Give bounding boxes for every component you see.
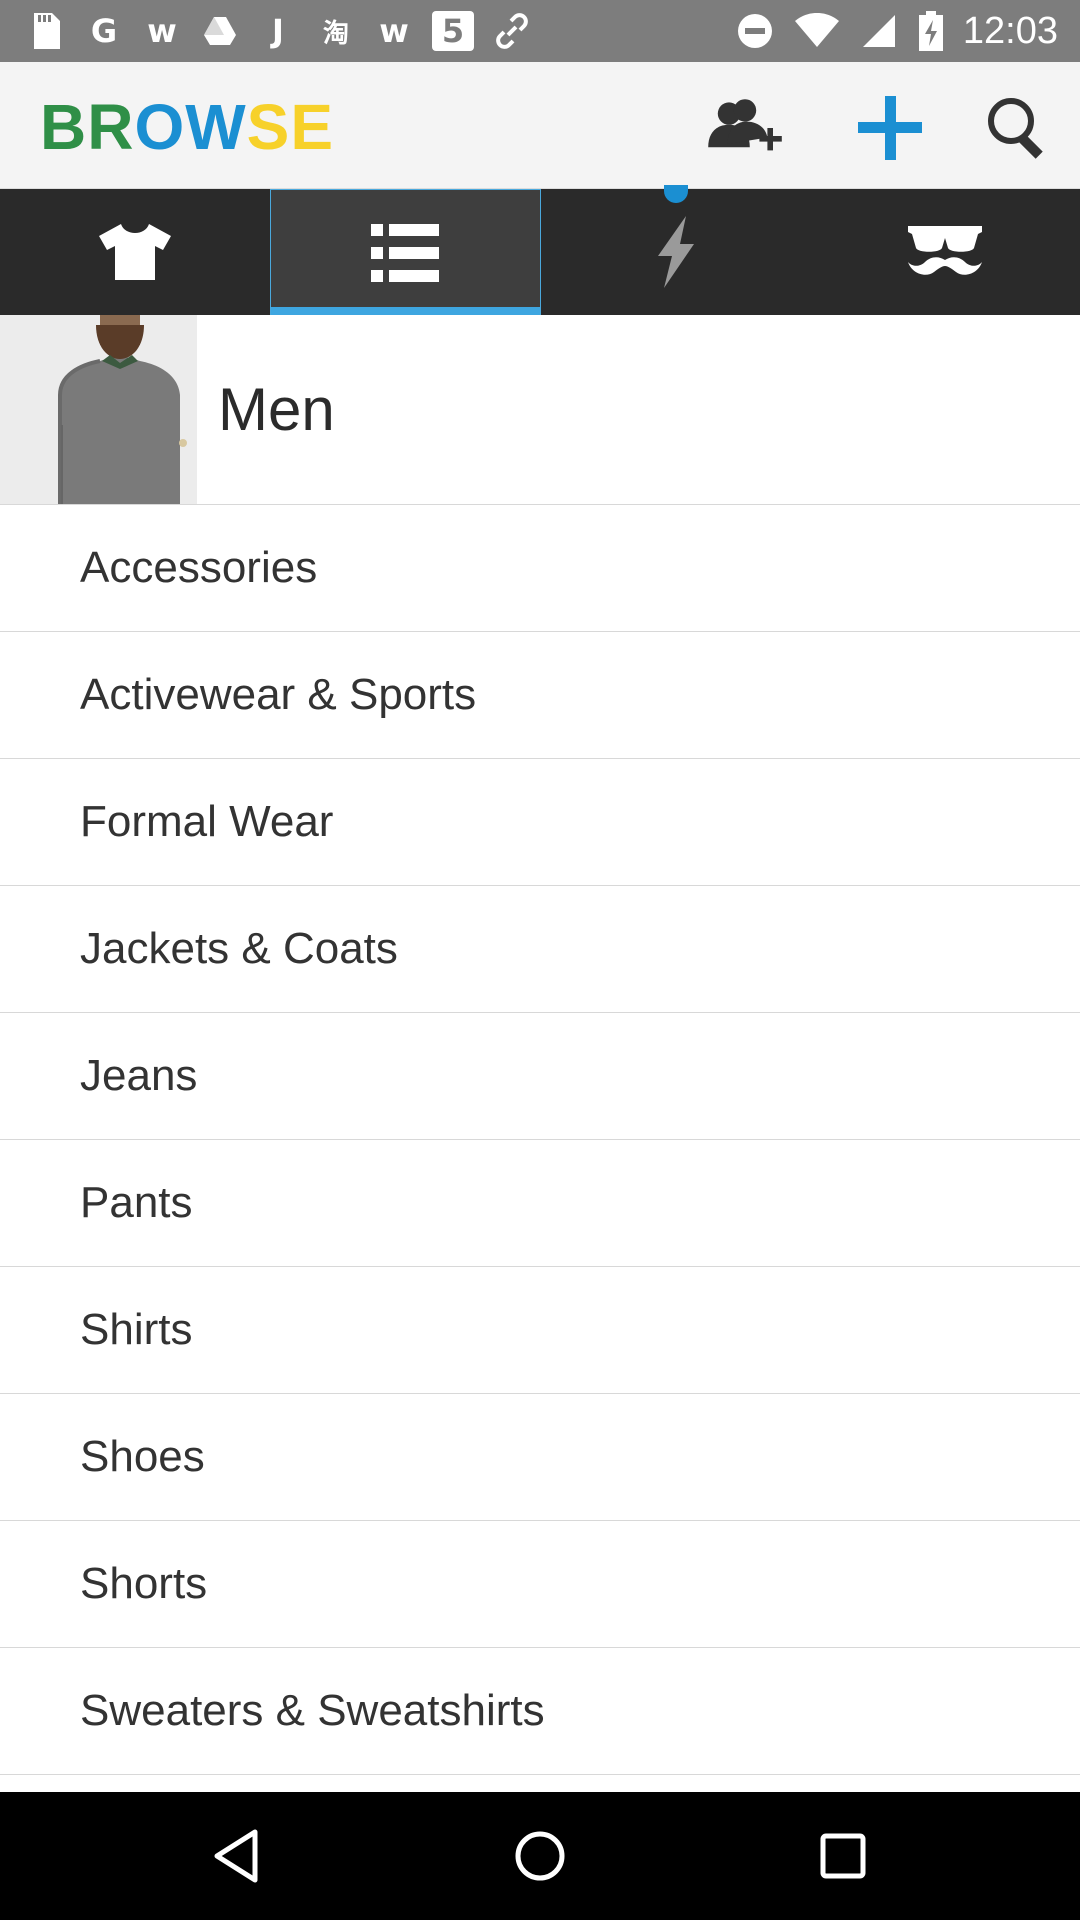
search-button[interactable]: [978, 88, 1058, 168]
tab-profile[interactable]: [811, 189, 1080, 315]
list-item-jackets-coats[interactable]: Jackets & Coats: [0, 886, 1080, 1013]
list-item-pants[interactable]: Pants: [0, 1140, 1080, 1267]
w-icon: w: [379, 12, 409, 50]
drive-icon: [200, 11, 240, 51]
back-icon: [214, 1829, 258, 1883]
html5-icon: 5: [432, 11, 474, 51]
list-item-label: Accessories: [80, 543, 318, 592]
home-icon: [515, 1831, 565, 1881]
list-icon: [371, 223, 440, 282]
g-icon: G: [90, 12, 118, 50]
list-item-label: Activewear & Sports: [80, 670, 477, 719]
signal-icon: [859, 11, 899, 51]
lightning-icon: [657, 216, 694, 288]
brand-part-2: OW: [134, 91, 247, 163]
list-item-label: Sweaters & Sweatshirts: [80, 1686, 545, 1735]
list-item-shirts[interactable]: Shirts: [0, 1267, 1080, 1394]
list-item-sweaters-sweatshirts[interactable]: Sweaters & Sweatshirts: [0, 1648, 1080, 1775]
taobao-icon: 淘: [322, 18, 349, 49]
tab-browse[interactable]: [269, 189, 541, 315]
home-button[interactable]: [500, 1816, 580, 1896]
brand-part-1: BR: [40, 91, 135, 163]
list-item-label: Jeans: [80, 1051, 198, 1100]
tshirt-icon: [98, 224, 171, 280]
system-icons: 12:03: [735, 10, 1080, 53]
navigation-bar: [0, 1792, 1080, 1920]
j-icon: J: [272, 12, 284, 50]
add-friend-button[interactable]: [705, 88, 785, 168]
html5-glyph: 5: [441, 12, 465, 50]
list-item-label: Shirts: [80, 1305, 193, 1354]
do-not-disturb-icon: [735, 11, 775, 51]
recents-icon: [820, 1833, 866, 1879]
clock: 12:03: [962, 9, 1058, 52]
add-friend-icon: [708, 99, 782, 151]
list-item-label: Shoes: [80, 1432, 205, 1481]
link-icon: [492, 11, 532, 51]
brand-part-3: SE: [246, 91, 334, 163]
recents-button[interactable]: [803, 1816, 883, 1896]
category-header: Men: [0, 315, 1080, 505]
tab-bar: [0, 185, 1080, 315]
category-list: Accessories Activewear & Sports Formal W…: [0, 505, 1080, 1775]
notification-icons: G w J 淘 w 5: [0, 11, 532, 51]
list-item-label: Formal Wear: [80, 797, 334, 846]
back-button[interactable]: [196, 1816, 276, 1896]
list-item-activewear-sports[interactable]: Activewear & Sports: [0, 632, 1080, 759]
list-item-jeans[interactable]: Jeans: [0, 1013, 1080, 1140]
category-title: Men: [218, 376, 335, 443]
list-item-label: Jackets & Coats: [80, 924, 398, 973]
search-icon: [988, 98, 1043, 159]
battery-charging-icon: [917, 11, 945, 51]
tab-products[interactable]: [0, 189, 270, 315]
list-item-formal-wear[interactable]: Formal Wear: [0, 759, 1080, 886]
notification-dot: [663, 185, 688, 203]
sd-card-icon: [26, 11, 66, 51]
wifi-icon: [793, 11, 841, 51]
w-icon: w: [147, 12, 177, 50]
men-category-image: [0, 315, 197, 504]
list-item-shoes[interactable]: Shoes: [0, 1394, 1080, 1521]
list-item-label: Pants: [80, 1178, 193, 1227]
status-bar: G w J 淘 w 5 12:03: [0, 0, 1080, 62]
list-item-accessories[interactable]: Accessories: [0, 505, 1080, 632]
add-icon: [858, 96, 922, 160]
add-button[interactable]: [850, 88, 930, 168]
list-item-shorts[interactable]: Shorts: [0, 1521, 1080, 1648]
brand-logo: BROWSE: [40, 90, 334, 164]
tab-activity[interactable]: [541, 185, 811, 315]
list-item-label: Shorts: [80, 1559, 208, 1608]
app-bar: BROWSE: [0, 62, 1080, 189]
glasses-mustache-icon: [908, 226, 983, 275]
